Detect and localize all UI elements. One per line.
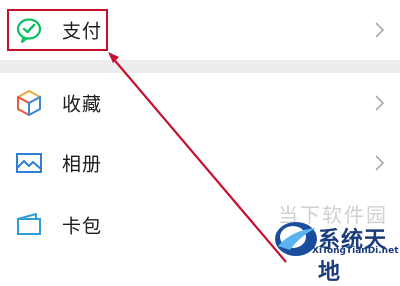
menu-item-label: 相册: [62, 153, 103, 176]
chevron-right-icon: [372, 94, 386, 112]
menu-item-label: 收藏: [62, 93, 103, 116]
menu-item-favorites[interactable]: 收藏: [0, 73, 400, 133]
menu-item-album[interactable]: 相册: [0, 133, 400, 193]
card-wallet-icon: [14, 210, 44, 240]
annotation-highlight-box: [7, 9, 108, 51]
group-separator: [0, 60, 400, 73]
watermark-url: XiTongTianDi.net: [312, 246, 399, 256]
menu-item-label: 卡包: [62, 215, 103, 238]
favorites-cube-icon: [14, 88, 44, 118]
chevron-right-icon: [372, 21, 386, 39]
album-picture-icon: [14, 148, 44, 178]
chevron-right-icon: [372, 154, 386, 172]
